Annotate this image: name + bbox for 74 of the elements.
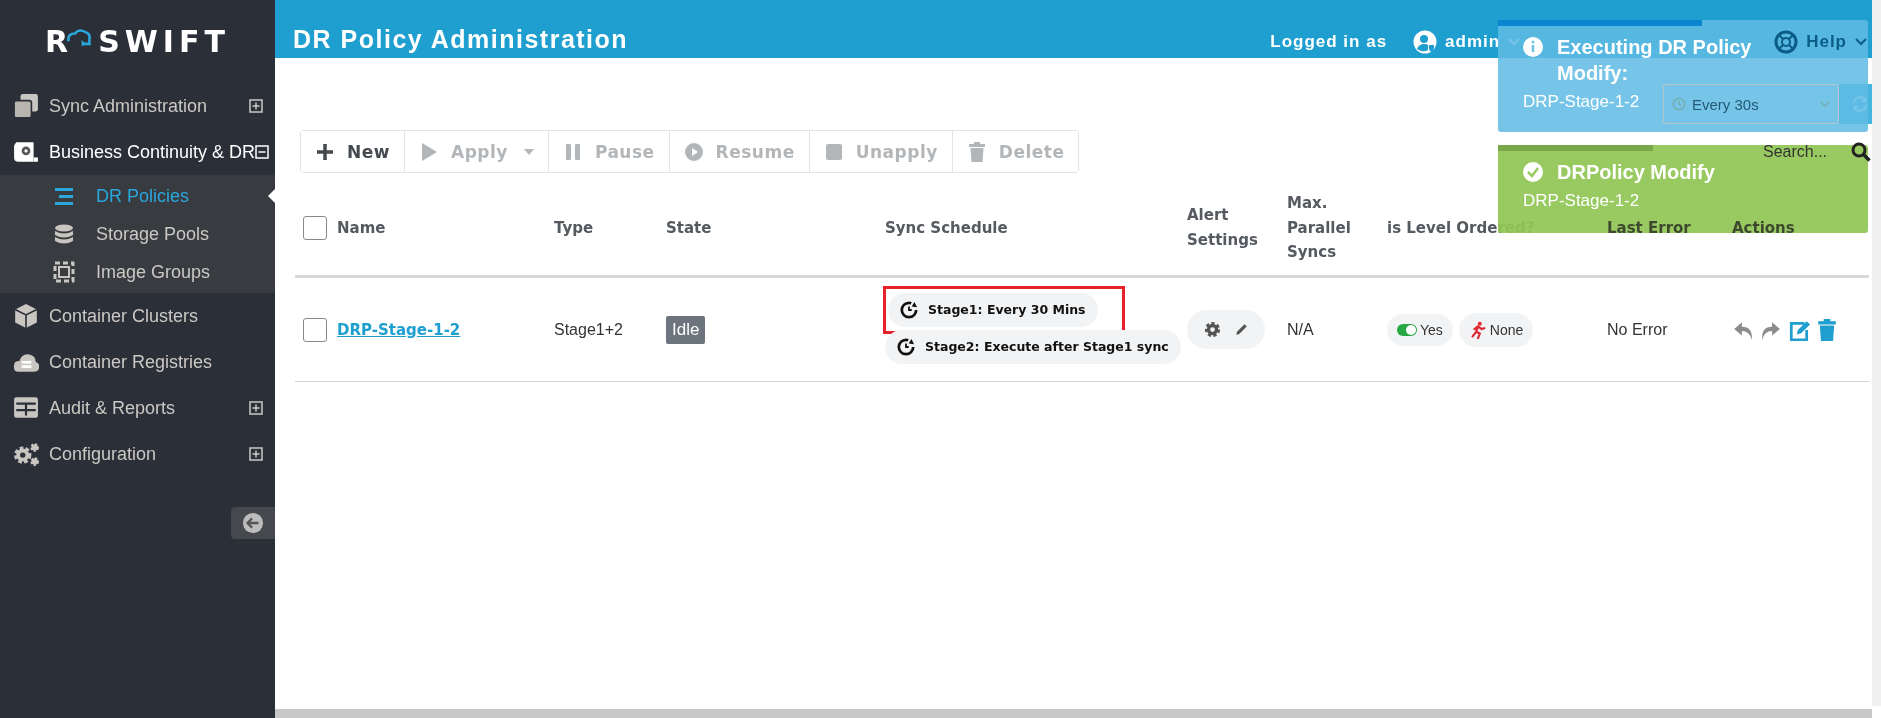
search-field[interactable]: Search...	[1761, 141, 1871, 162]
check-circle-icon	[1523, 162, 1543, 182]
user-icon	[1413, 30, 1438, 54]
lifebuoy-icon	[1774, 30, 1799, 54]
nav-item[interactable]: Container Registries	[0, 339, 275, 385]
toast-title: Executing DR Policy Modify:	[1557, 35, 1753, 86]
column-header: State	[666, 217, 712, 239]
toast-message: DRP-Stage-1-2	[1523, 92, 1640, 112]
horizontal-scrollbar[interactable]	[275, 709, 1872, 718]
nav-item[interactable]: Container Clusters	[0, 293, 275, 339]
nav-item[interactable]: Business Continuity & DR	[0, 129, 275, 175]
toolbar-button[interactable]: New	[301, 131, 405, 172]
table-cell: N/A	[1287, 320, 1314, 339]
table-cell: Stage1+2	[554, 320, 623, 339]
vertical-scrollbar[interactable]	[1872, 0, 1881, 706]
running-figure-icon	[1468, 320, 1487, 339]
toast-title: DRPolicy Modify	[1557, 160, 1715, 185]
column-header: Sync Schedule	[885, 217, 1008, 239]
column-header: Name	[337, 217, 386, 239]
nav-subitem[interactable]: Image Groups	[0, 253, 275, 291]
database-icon	[53, 223, 75, 245]
gear-icon	[1203, 320, 1222, 339]
list-icon	[53, 185, 75, 207]
column-header: Actions	[1732, 217, 1795, 239]
level-ordered-pill: Yes	[1387, 313, 1453, 346]
schedule-pill: Stage1: Every 30 Mins	[888, 292, 1098, 327]
gears-icon	[13, 441, 39, 467]
checkbox[interactable]	[303, 317, 327, 342]
help-menu[interactable]: Help	[1774, 30, 1867, 54]
play-circle-icon	[683, 141, 704, 162]
image-frame-icon	[53, 261, 75, 283]
alert-settings-control[interactable]	[1187, 310, 1265, 349]
toast-message: DRP-Stage-1-2	[1523, 191, 1640, 211]
clock-refresh-icon	[897, 337, 915, 356]
mode-pill: None	[1458, 312, 1534, 347]
grid-icon	[13, 395, 39, 421]
info-icon	[1523, 37, 1543, 57]
windows-icon	[13, 93, 39, 119]
nav-item[interactable]: Audit & Reports	[0, 385, 275, 431]
page-title: DR Policy Administration	[293, 25, 629, 55]
column-header: Alert Settings	[1187, 205, 1259, 251]
nav-item[interactable]: Configuration	[0, 431, 275, 477]
clock-refresh-icon	[900, 300, 918, 319]
nav-subitem[interactable]: DR Policies	[0, 177, 275, 215]
arrow-left-icon	[242, 512, 264, 534]
column-header: Last Error	[1607, 217, 1691, 239]
trash-icon	[966, 141, 987, 162]
pencil-icon	[1234, 322, 1249, 337]
logged-in-label: Logged in as	[1270, 32, 1388, 52]
chevron-down-icon	[1820, 100, 1830, 108]
stop-icon	[823, 141, 844, 162]
nav-subitem[interactable]: Storage Pools	[0, 215, 275, 253]
edit-icon[interactable]	[1788, 318, 1810, 341]
caret-down-icon	[523, 148, 534, 155]
state-badge: Idle	[666, 315, 706, 344]
search-icon	[1851, 141, 1871, 162]
schedule-pill: Stage2: Execute after Stage1 sync	[885, 329, 1181, 364]
plus-icon	[315, 141, 335, 162]
interval-dropdown[interactable]: Every 30s	[1663, 84, 1839, 124]
logo-letter: R	[45, 24, 69, 59]
policy-link[interactable]: DRP-Stage-1-2	[337, 320, 461, 339]
cube-icon	[13, 303, 39, 329]
column-header: Type	[554, 217, 594, 239]
trash-icon[interactable]	[1816, 318, 1838, 341]
logo-text: SWIFT	[98, 24, 230, 59]
toggle-switch[interactable]	[1397, 323, 1417, 336]
column-header: Max. Parallel Syncs	[1287, 192, 1352, 264]
cloud-icon	[66, 28, 93, 47]
collapse-sidebar-button[interactable]	[231, 507, 275, 539]
clock-icon	[1672, 97, 1686, 111]
checkbox[interactable]	[303, 216, 327, 240]
nav-item[interactable]: Sync Administration	[0, 83, 275, 129]
chevron-down-icon	[1855, 38, 1867, 46]
table-cell: No Error	[1607, 320, 1668, 339]
